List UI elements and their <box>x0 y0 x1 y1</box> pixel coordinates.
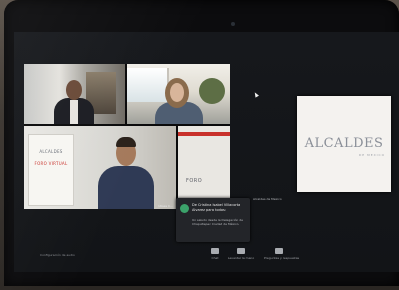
foro-logo: FORO <box>186 178 203 184</box>
qa-icon <box>275 248 283 254</box>
banner-line: ALCALDES <box>39 149 63 154</box>
participant-tile[interactable]: ALCALDES FORO VIRTUAL Ulises C... <box>24 126 176 209</box>
participant-tile[interactable]: FORO <box>178 126 230 209</box>
tile-label: Alcaldes de Mexico <box>253 197 282 201</box>
raise-hand-icon <box>237 248 245 254</box>
alcaldes-subtitle: DE MEXICO <box>358 153 385 157</box>
qa-button[interactable]: Preguntas y respuestas <box>264 248 300 264</box>
participant-name: Ulises C... <box>158 204 173 208</box>
chat-toast[interactable]: De Cristina Isabel Villacorta Alvarez pa… <box>176 198 250 242</box>
toolbar-label: Levantar la mano <box>227 256 255 260</box>
chat-icon <box>211 248 219 254</box>
participant-tile[interactable] <box>127 64 230 124</box>
placeholder-tile[interactable]: ALCALDES DE MEXICO <box>297 96 391 192</box>
webcam-icon <box>231 22 235 26</box>
alcaldes-logo: ALCALDES <box>304 136 384 151</box>
participant-tile[interactable] <box>24 64 125 124</box>
toolbar-label: Preguntas y respuestas <box>264 256 300 260</box>
avatar <box>180 204 189 213</box>
toast-title: De Cristina Isabel Villacorta Alvarez pa… <box>192 203 241 212</box>
meeting-toolbar: Configuración de audio Chat Levantar la … <box>14 246 399 268</box>
photo-scene: ALCALDES FORO VIRTUAL Ulises C... FORO A… <box>0 0 399 290</box>
toast-body: Un saludo desde la Delegación de Chapult… <box>192 218 244 226</box>
audio-settings-button[interactable]: Configuración de audio <box>40 253 75 257</box>
speaker-grid: ALCALDES FORO VIRTUAL Ulises C... FORO <box>24 64 230 209</box>
banner-line: FORO VIRTUAL <box>34 161 68 166</box>
backdrop-banner: ALCALDES FORO VIRTUAL <box>28 134 74 206</box>
raise-hand-button[interactable]: Levantar la mano <box>226 248 256 264</box>
